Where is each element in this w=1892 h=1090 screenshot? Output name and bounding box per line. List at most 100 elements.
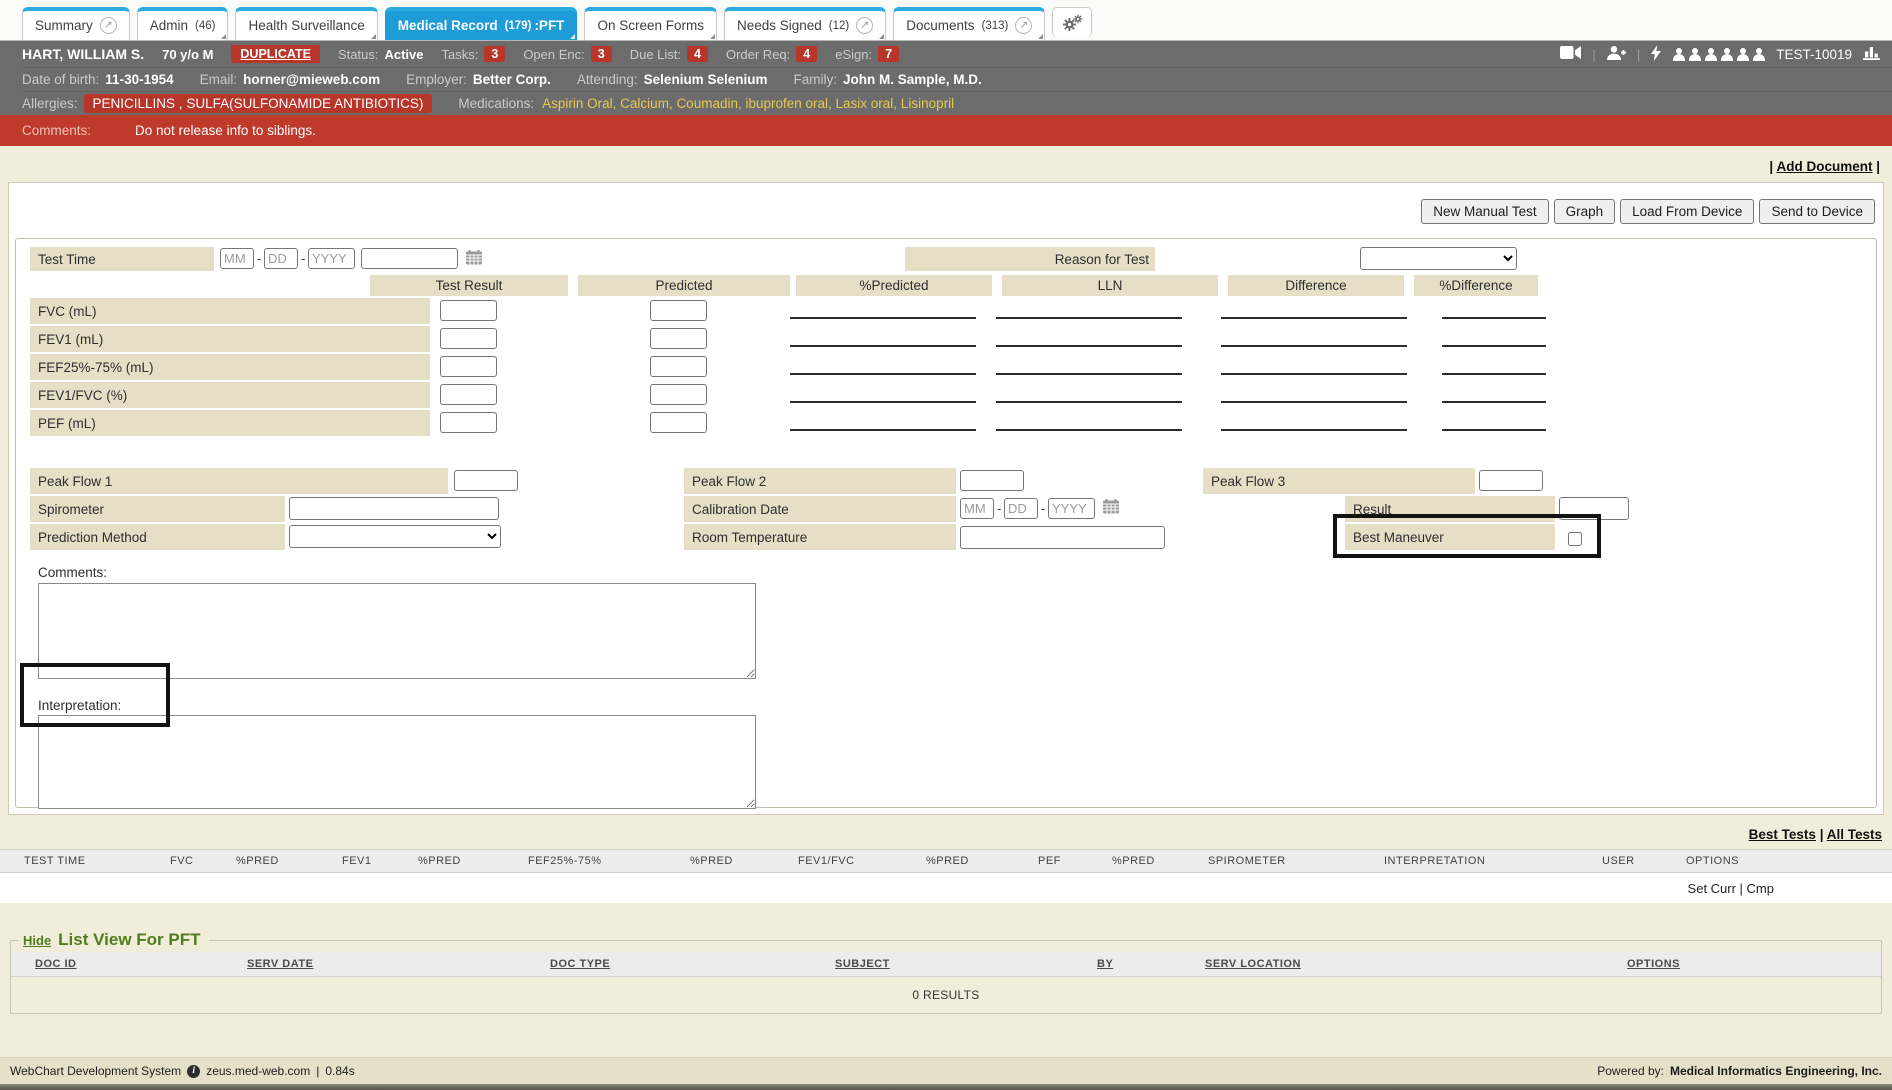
lightning-icon[interactable] [1651, 45, 1661, 64]
order-req-count-badge[interactable]: 4 [796, 46, 817, 62]
sort-subject[interactable]: SUBJECT [835, 958, 890, 970]
room-temperature-input[interactable] [960, 526, 1165, 549]
prediction-method-select[interactable] [289, 525, 501, 548]
open-enc-count-badge[interactable]: 3 [591, 46, 612, 62]
fvc-predicted-input[interactable] [650, 300, 707, 321]
esign-count-badge[interactable]: 7 [878, 46, 899, 62]
pef-predicted-input[interactable] [650, 412, 707, 433]
fev1-fvc-predicted-input[interactable] [650, 384, 707, 405]
sort-doc-id[interactable]: DOC ID [35, 958, 77, 970]
person-icon [1704, 48, 1717, 61]
load-from-device-button[interactable]: Load From Device [1620, 199, 1754, 224]
dob-label: Date of birth: [22, 72, 99, 87]
peak-flow-1-input[interactable] [454, 470, 518, 491]
attending-label: Attending: [577, 72, 638, 87]
tab-bar: Summary ↗ Admin (46) Health Surveillance… [0, 0, 1892, 41]
value-underline [1442, 373, 1546, 375]
tasks-label: Tasks: [442, 47, 479, 62]
tab-on-screen-forms[interactable]: On Screen Forms [584, 7, 717, 40]
person-icon [1720, 48, 1733, 61]
fev1-predicted-input[interactable] [650, 328, 707, 349]
allergies-badge[interactable]: PENICILLINS , SULFA(SULFONAMIDE ANTIBIOT… [84, 94, 433, 113]
fef-test-result-input[interactable] [440, 356, 497, 377]
video-camera-icon[interactable] [1560, 46, 1581, 62]
employer-label: Employer: [406, 72, 467, 87]
status-value: Active [384, 47, 423, 62]
value-underline [996, 373, 1182, 375]
all-tests-link[interactable]: All Tests [1827, 827, 1882, 842]
interpretation-label: Interpretation: [38, 698, 121, 713]
best-tests-link[interactable]: Best Tests [1749, 827, 1816, 842]
graph-button[interactable]: Graph [1554, 199, 1616, 224]
peak-flow-3-input[interactable] [1479, 470, 1543, 491]
col-header: OPTIONS [1686, 855, 1739, 867]
sort-options[interactable]: OPTIONS [1627, 958, 1680, 970]
tab-medical-record[interactable]: Medical Record (179) :PFT [385, 7, 578, 40]
spirometer-input[interactable] [289, 497, 499, 520]
popout-icon[interactable]: ↗ [100, 17, 117, 34]
calendar-icon[interactable] [1103, 499, 1119, 517]
gears-icon [1062, 14, 1082, 32]
due-list-count-badge[interactable]: 4 [687, 46, 708, 62]
add-document-link[interactable]: Add Document [1776, 159, 1872, 174]
separator: | [1876, 159, 1880, 174]
tab-documents[interactable]: Documents (313) ↗ [893, 7, 1045, 40]
calibration-year-input[interactable] [1048, 498, 1095, 519]
footer-host[interactable]: zeus.med-web.com [206, 1064, 310, 1078]
send-to-device-button[interactable]: Send to Device [1759, 199, 1875, 224]
best-maneuver-checkbox[interactable] [1568, 532, 1582, 546]
calendar-icon[interactable] [466, 250, 482, 268]
col-header: SPIROMETER [1208, 855, 1384, 867]
sort-by[interactable]: BY [1097, 958, 1113, 970]
patient-group-icons[interactable] [1672, 48, 1765, 61]
date-separator: - [997, 501, 1001, 516]
test-date-month-input[interactable] [220, 248, 254, 269]
due-list-label: Due List: [630, 47, 681, 62]
fvc-test-result-input[interactable] [440, 300, 497, 321]
pft-form: Test Time - - Reason for Test Test Resul… [15, 238, 1877, 808]
settings-tab[interactable] [1052, 7, 1092, 37]
fev1-fvc-test-result-input[interactable] [440, 384, 497, 405]
sort-serv-date[interactable]: SERV DATE [247, 958, 313, 970]
medications-links[interactable]: Aspirin Oral, Calcium, Coumadin, ibuprof… [542, 96, 954, 111]
person-icon [1672, 48, 1685, 61]
calibration-month-input[interactable] [960, 498, 994, 519]
result-input[interactable] [1559, 497, 1629, 520]
tab-admin[interactable]: Admin (46) [137, 7, 229, 40]
set-curr-cmp-links[interactable]: Set Curr | Cmp [1688, 881, 1774, 896]
reason-for-test-select[interactable] [1360, 247, 1517, 270]
peak-flow-2-input[interactable] [960, 470, 1024, 491]
test-date-day-input[interactable] [264, 248, 298, 269]
sort-doc-type[interactable]: DOC TYPE [550, 958, 610, 970]
bar-chart-icon[interactable] [1863, 45, 1880, 63]
col-header: %PRED [236, 855, 342, 867]
form-comments-textarea[interactable] [38, 583, 756, 679]
popout-icon[interactable]: ↗ [1015, 17, 1032, 34]
fef-predicted-input[interactable] [650, 356, 707, 377]
pef-test-result-input[interactable] [440, 412, 497, 433]
results-table-header: TEST TIME FVC %PRED FEV1 %PRED FEF25%-75… [0, 849, 1892, 873]
hide-link[interactable]: Hide [23, 933, 51, 948]
tab-needs-signed[interactable]: Needs Signed (12) ↗ [724, 7, 886, 40]
employer-value: Better Corp. [473, 72, 551, 87]
popout-icon[interactable]: ↗ [856, 17, 873, 34]
info-icon[interactable]: i [187, 1065, 200, 1078]
add-person-icon[interactable] [1607, 46, 1626, 63]
powered-by-company[interactable]: Medical Informatics Engineering, Inc. [1670, 1064, 1882, 1078]
tasks-count-badge[interactable]: 3 [484, 46, 505, 62]
fev1-test-result-input[interactable] [440, 328, 497, 349]
test-date-year-input[interactable] [308, 248, 355, 269]
col-header: FEV1 [342, 855, 418, 867]
col-header: USER [1602, 855, 1686, 867]
new-manual-test-button[interactable]: New Manual Test [1421, 199, 1548, 224]
tab-summary[interactable]: Summary ↗ [22, 7, 130, 40]
duplicate-badge[interactable]: DUPLICATE [231, 45, 320, 63]
interpretation-textarea[interactable] [38, 715, 756, 809]
calibration-day-input[interactable] [1004, 498, 1038, 519]
test-time-input[interactable] [361, 248, 458, 269]
date-separator: - [301, 251, 305, 266]
sort-serv-location[interactable]: SERV LOCATION [1205, 958, 1301, 970]
tab-health-surveillance[interactable]: Health Surveillance [235, 7, 377, 40]
medications-label: Medications: [458, 96, 534, 111]
email-value[interactable]: horner@mieweb.com [243, 72, 380, 87]
